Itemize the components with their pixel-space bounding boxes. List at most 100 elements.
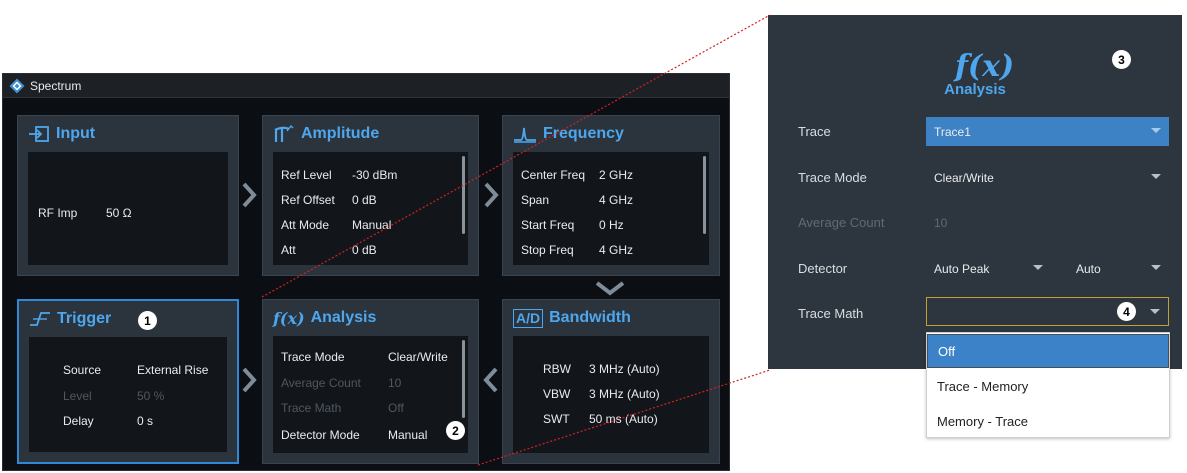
detector-label: Detector [798,261,848,276]
analysis-scrollbar[interactable] [462,340,465,418]
amplitude-scrollbar[interactable] [462,156,465,234]
param-label: Delay [63,414,94,428]
average-count-value: 10 [934,215,948,230]
average-count-input: 10 [926,208,1169,237]
input-panel[interactable]: Input RF Imp 50 Ω [17,115,239,276]
param-value: -30 dBm [352,168,398,182]
param-label: Trace Math [281,401,342,415]
frequency-panel-body: Center Freq 2 GHz Span 4 GHz Start Freq … [513,152,709,265]
spectrum-window: Spectrum Input RF Imp 50 Ω Amplitude Ref… [2,73,730,471]
bandwidth-panel-header: A/D Bandwidth [503,300,719,336]
analysis-panel-body: Trace Mode Clear/Write Average Count 10 … [273,336,468,453]
param-label: Start Freq [521,218,575,232]
trigger-panel[interactable]: Trigger 1 Source External Rise Level 50 … [17,299,239,464]
param-label: Source [63,363,102,377]
frequency-scrollbar[interactable] [703,156,706,234]
amplitude-panel-body: Ref Level -30 dBm Ref Offset 0 dB Att Mo… [273,152,468,265]
trace-select[interactable]: Trace1 [926,117,1169,146]
rohde-schwarz-logo-icon [9,78,25,93]
frequency-panel-header: Frequency [503,116,719,152]
amplitude-icon [274,124,294,142]
param-label: Center Freq [521,168,586,182]
chevron-right-icon [242,367,257,393]
trace-select-value: Trace1 [934,124,971,139]
rf-imp-label: RF Imp [38,206,78,220]
frequency-panel[interactable]: Frequency Center Freq 2 GHz Span 4 GHz S… [502,115,720,276]
param-value: 3 MHz (Auto) [589,387,660,401]
dropdown-option-trace-memory[interactable]: Trace - Memory [927,369,1169,403]
input-panel-header: Input [18,116,238,152]
amplitude-panel-header: Amplitude [263,116,478,152]
param-label: Stop Freq [521,243,574,257]
param-label: Att Mode [281,218,330,232]
param-value: 0 dB [352,193,377,207]
amplitude-panel[interactable]: Amplitude Ref Level -30 dBm Ref Offset 0… [262,115,479,276]
param-value: 4 GHz [599,243,634,257]
trace-mode-select-value: Clear/Write [934,170,994,185]
dropdown-option-off[interactable]: Off [927,334,1169,368]
param-value: 50 ms (Auto) [589,412,658,426]
frequency-panel-title: Frequency [543,125,624,142]
function-icon: f(x) [273,308,305,328]
input-panel-body: RF Imp 50 Ω [28,152,228,265]
chevron-right-icon [484,182,499,208]
param-value: 10 [388,376,402,390]
param-label: VBW [543,387,571,401]
param-label: Ref Level [281,168,332,182]
trigger-panel-body: Source External Rise Level 50 % Delay 0 … [29,337,227,452]
bandwidth-panel-body: RBW 3 MHz (Auto) VBW 3 MHz (Auto) SWT 50… [513,336,709,453]
param-label: Average Count [281,376,361,390]
window-title: Spectrum [30,78,82,93]
param-value: 3 MHz (Auto) [589,362,660,376]
param-label: RBW [543,362,571,376]
title-bar: Spectrum [3,74,729,98]
param-value: External Rise [137,363,209,377]
detector-mode-select[interactable]: Auto [1068,254,1169,283]
param-value: Manual [388,428,428,442]
average-count-label: Average Count [798,215,885,230]
dropdown-arrow-icon [1150,309,1160,314]
param-value: Off [388,401,404,415]
ad-converter-icon: A/D [513,308,544,328]
callout-badge-1: 1 [138,311,157,330]
trigger-panel-title: Trigger [57,310,112,327]
trigger-icon [30,312,50,326]
param-value: 0 dB [352,243,377,257]
param-label: Trace Mode [281,350,345,364]
param-value: 2 GHz [599,168,634,182]
trace-math-label: Trace Math [798,306,864,321]
param-value: Manual [352,218,392,232]
frequency-icon [514,127,536,143]
callout-badge-3: 3 [1112,50,1131,69]
trace-mode-select[interactable]: Clear/Write [926,163,1169,192]
detector-mode-select-value: Auto [1076,261,1101,276]
trace-mode-label: Trace Mode [798,170,867,185]
dropdown-option-memory-trace[interactable]: Memory - Trace [927,404,1169,438]
param-value: 0 Hz [599,218,624,232]
amplitude-panel-title: Amplitude [301,125,380,142]
dropdown-arrow-icon [1033,265,1043,270]
trace-math-dropdown-list: Off Trace - Memory Memory - Trace [926,332,1170,438]
detector-select-value: Auto Peak [934,261,990,276]
param-value: Clear/Write [388,350,448,364]
detector-select[interactable]: Auto Peak [926,254,1051,283]
bandwidth-panel[interactable]: A/D Bandwidth RBW 3 MHz (Auto) VBW 3 MHz… [502,299,720,464]
chevron-down-icon [595,281,625,296]
input-icon [29,126,49,142]
param-label: Detector Mode [281,428,360,442]
callout-badge-2: 2 [446,421,465,440]
rf-imp-value: 50 Ω [106,206,132,220]
dropdown-arrow-icon [1151,265,1161,270]
param-label: Ref Offset [281,193,335,207]
dropdown-arrow-icon [1151,128,1161,133]
callout-badge-4: 4 [1117,302,1136,321]
detail-title: Analysis [944,81,1006,98]
trigger-panel-header: Trigger [19,301,237,337]
trace-label: Trace [798,124,831,139]
analysis-panel[interactable]: f(x) Analysis Trace Mode Clear/Write Ave… [262,299,479,464]
analysis-detail-panel: f(x) Analysis 3 Trace Trace1 Trace Mode … [768,15,1182,369]
param-label: Att [281,243,296,257]
param-value: 4 GHz [599,193,634,207]
chevron-left-icon [483,367,498,393]
analysis-panel-title: Analysis [310,309,377,326]
